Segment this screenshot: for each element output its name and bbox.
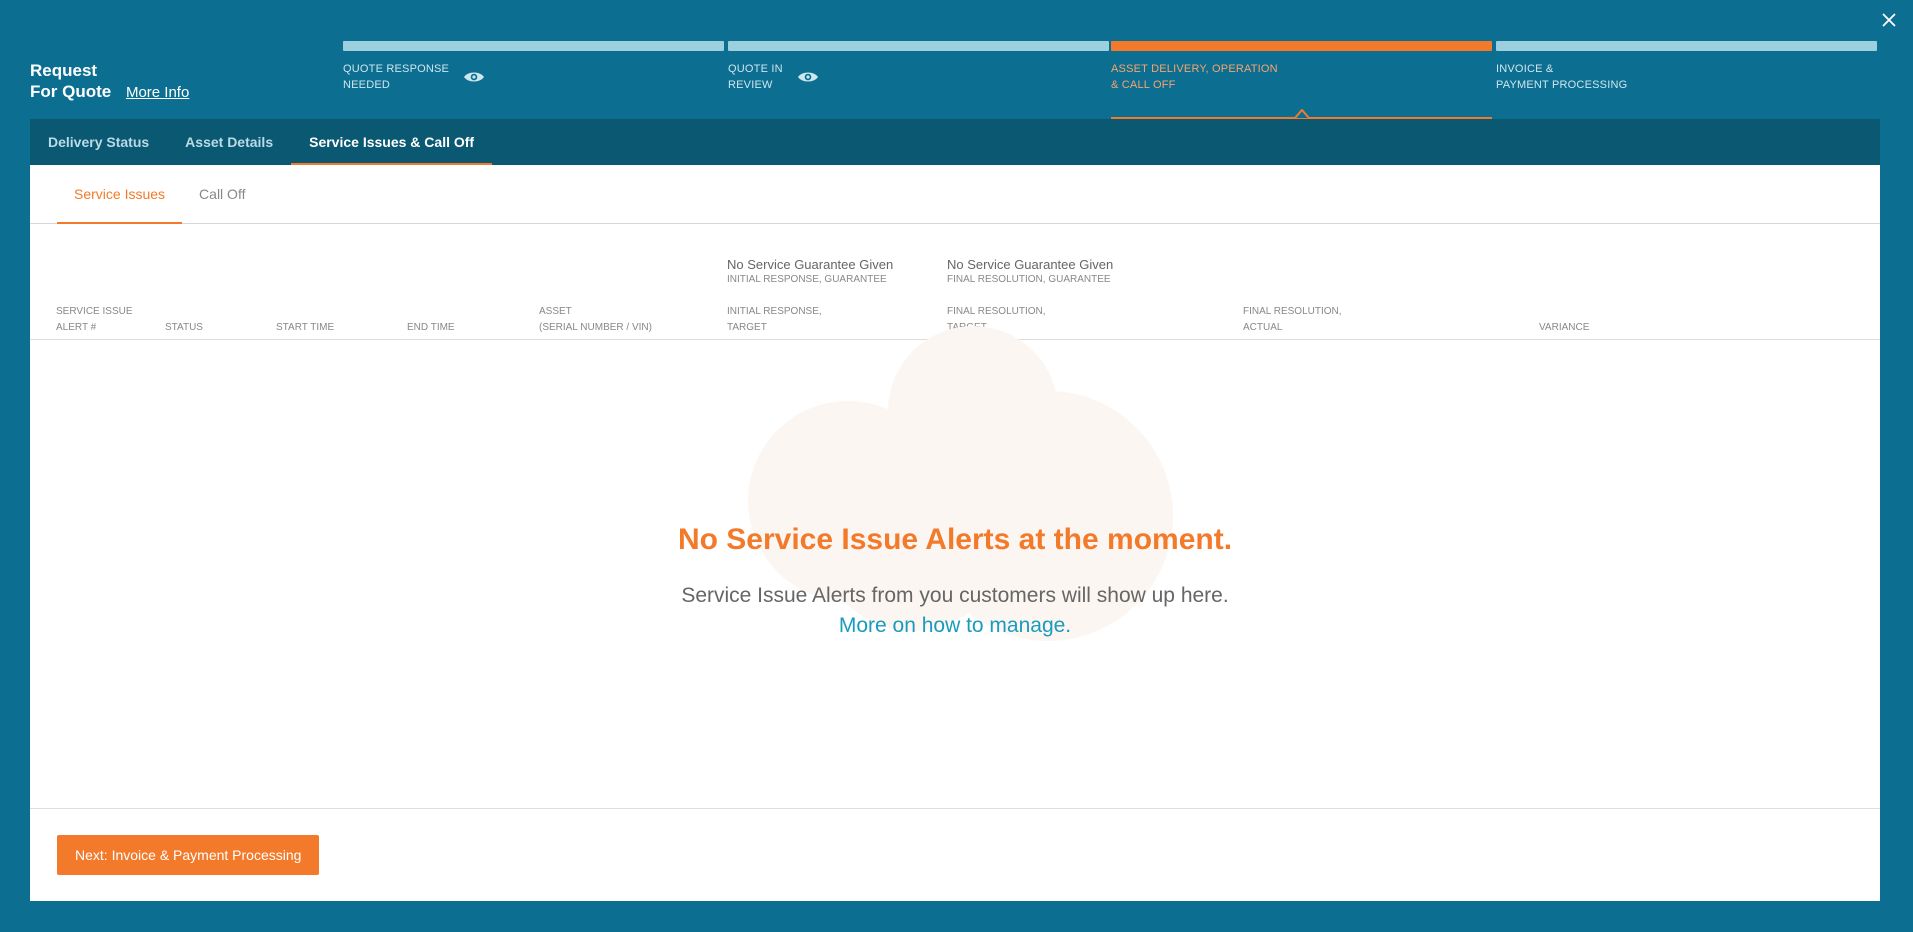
progress-steps: QUOTE RESPONSE NEEDED QUOTE IN REVIEW AS… — [343, 41, 1877, 119]
step-label: INVOICE & PAYMENT PROCESSING — [1496, 63, 1628, 91]
tab-bar: Delivery Status Asset Details Service Is… — [30, 119, 1880, 165]
close-button[interactable] — [1877, 8, 1901, 32]
subtab-service-issues[interactable]: Service Issues — [57, 165, 183, 224]
rfq-title-line2: For Quote — [30, 82, 112, 101]
step-asset-delivery: ASSET DELIVERY, OPERATION & CALL OFF — [1111, 41, 1492, 119]
step-quote-review: QUOTE IN REVIEW — [728, 41, 1109, 119]
step-bar — [1496, 41, 1877, 51]
final-resolution-guarantee: No Service Guarantee Given FINAL RESOLUT… — [947, 257, 1113, 285]
column-final-resolution-actual[interactable]: FINAL RESOLUTION, ACTUAL — [1243, 304, 1342, 336]
main-panel: Delivery Status Asset Details Service Is… — [30, 119, 1880, 901]
eye-icon[interactable] — [797, 70, 819, 84]
column-start-time[interactable]: START TIME — [276, 320, 334, 336]
step-bar — [343, 41, 724, 51]
step-label: ASSET DELIVERY, OPERATION & CALL OFF — [1111, 63, 1278, 91]
column-status[interactable]: STATUS — [165, 320, 203, 336]
step-label: QUOTE RESPONSE NEEDED — [343, 63, 450, 91]
rfq-title-line1: Request — [30, 61, 98, 80]
guarantee-label: FINAL RESOLUTION, GUARANTEE — [947, 274, 1111, 285]
step-bar — [1111, 41, 1492, 51]
more-info-link[interactable]: More Info — [126, 84, 189, 101]
initial-response-guarantee: No Service Guarantee Given INITIAL RESPO… — [727, 257, 893, 285]
caret-up-icon — [1294, 109, 1309, 118]
subtab-call-off[interactable]: Call Off — [182, 165, 262, 223]
sub-tab-bar: Service Issues Call Off — [30, 165, 1880, 224]
rfq-title: Request For Quote More Info — [30, 60, 189, 103]
step-label: QUOTE IN REVIEW — [728, 63, 783, 91]
tab-asset-details[interactable]: Asset Details — [167, 119, 291, 165]
manage-help-link[interactable]: More on how to manage. — [30, 611, 1880, 641]
column-end-time[interactable]: END TIME — [407, 320, 455, 336]
tab-delivery-status[interactable]: Delivery Status — [30, 119, 167, 165]
footer: Next: Invoice & Payment Processing — [30, 808, 1880, 901]
guarantee-value: No Service Guarantee Given — [947, 257, 1114, 272]
guarantee-label: INITIAL RESPONSE, GUARANTEE — [727, 274, 887, 285]
empty-state-title: No Service Issue Alerts at the moment. — [677, 523, 1233, 556]
step-bar — [728, 41, 1109, 51]
eye-icon[interactable] — [463, 70, 485, 84]
column-alert-number[interactable]: SERVICE ISSUE ALERT # — [56, 304, 133, 336]
step-quote-response: QUOTE RESPONSE NEEDED — [343, 41, 724, 119]
next-invoice-payment-button[interactable]: Next: Invoice & Payment Processing — [57, 835, 320, 875]
step-invoice-payment: INVOICE & PAYMENT PROCESSING — [1496, 41, 1877, 119]
tab-service-issues-call-off[interactable]: Service Issues & Call Off — [291, 119, 493, 165]
empty-state-description: Service Issue Alerts from you customers … — [681, 584, 1229, 607]
guarantee-value: No Service Guarantee Given — [727, 257, 894, 272]
column-asset[interactable]: ASSET (SERIAL NUMBER / VIN) — [539, 304, 652, 336]
column-variance[interactable]: VARIANCE — [1539, 320, 1589, 336]
close-icon — [1882, 13, 1896, 27]
